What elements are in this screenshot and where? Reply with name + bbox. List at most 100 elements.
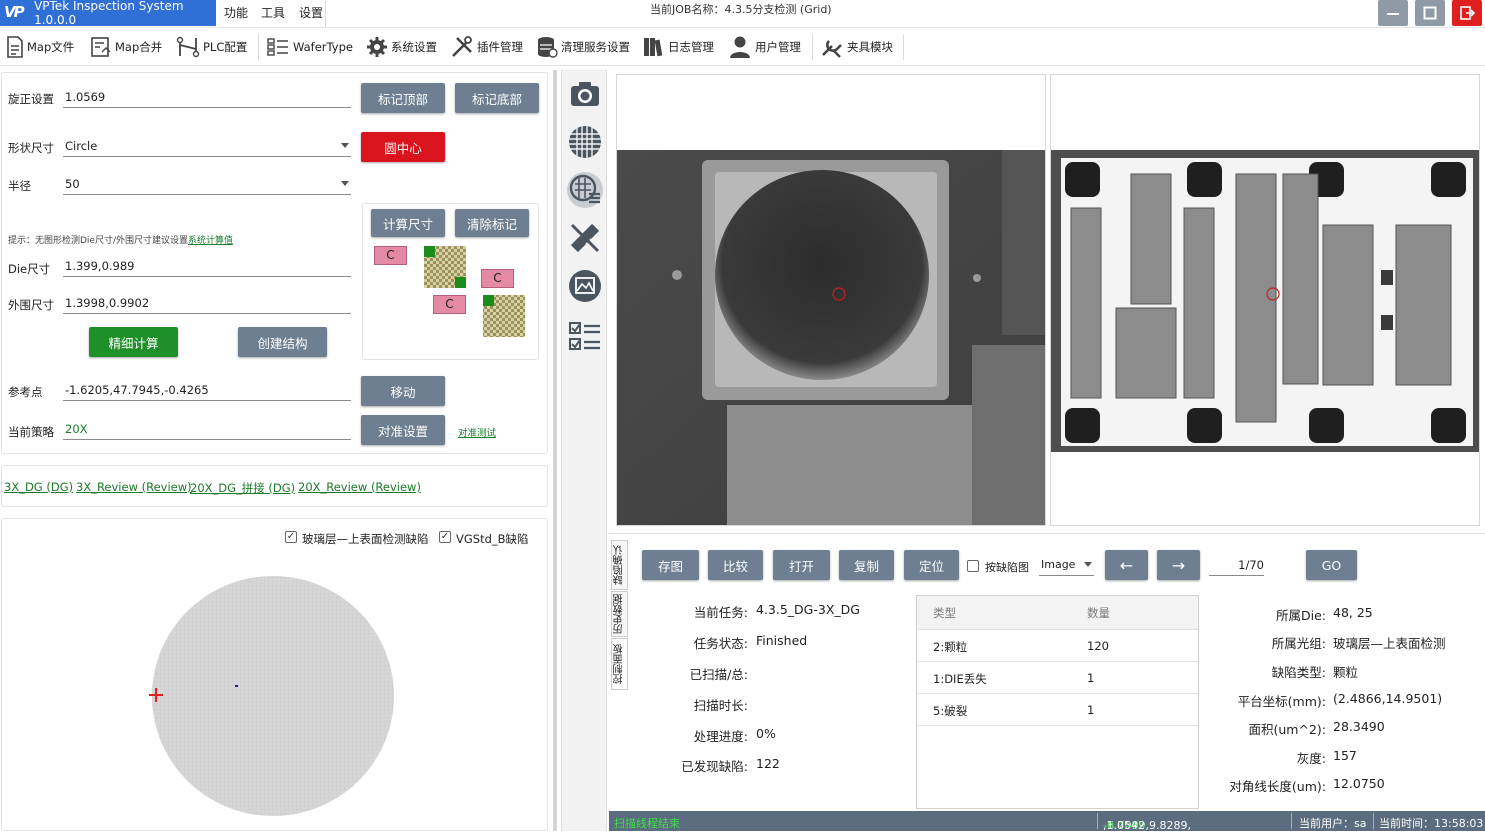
compare-button[interactable]: 比较 <box>708 550 763 580</box>
strategy-input[interactable]: 20X <box>63 420 351 440</box>
die-size-input[interactable]: 1.399,0.989 <box>63 257 351 277</box>
toolbar-cleanup-service[interactable]: 清理服务设置 <box>536 34 630 60</box>
table-row[interactable]: 5:破裂 1 <box>917 694 1198 726</box>
prev-button[interactable]: ← <box>1105 550 1148 580</box>
radius-select[interactable]: 50 <box>63 175 351 195</box>
toolbar-label: WaferType <box>293 40 353 54</box>
toolbar-map-file[interactable]: Map文件 <box>6 34 74 60</box>
task-status-label: 任务状态: <box>693 636 748 651</box>
status-bar: 扫描线程结束 -6.7099,9.8289, -0.4465,1.0542 当前用… <box>609 811 1485 832</box>
defect-type-table: 类型 数量 2:颗粒 120 1:DIE丢失 1 5:破裂 1 <box>916 595 1199 809</box>
tab-defect-confirm[interactable]: 缺陷确认 <box>611 540 628 590</box>
wafer-grid-tool[interactable] <box>567 124 603 160</box>
glass-layer-checkbox[interactable]: ✓ <box>285 531 297 543</box>
die-map-tool[interactable] <box>567 172 603 208</box>
locate-button[interactable]: 定位 <box>904 550 959 580</box>
die-owner-label: 所属Die: <box>1275 608 1326 623</box>
row-count: 1 <box>1087 703 1095 717</box>
maximize-button[interactable] <box>1415 0 1445 26</box>
align-settings-button[interactable]: 对准设置 <box>361 415 445 445</box>
scan-duration-label: 扫描时长: <box>693 698 748 713</box>
ref-point-input[interactable]: -1.6205,47.7945,-0.4265 <box>63 381 351 401</box>
chevron-down-icon <box>1084 562 1092 567</box>
toolbar-label: Map合并 <box>115 40 163 54</box>
copy-button[interactable]: 复制 <box>839 550 894 580</box>
defect-map-checkbox[interactable] <box>967 560 979 572</box>
open-button[interactable]: 打开 <box>773 550 830 580</box>
defects-found-label: 已发现缺陷: <box>681 759 748 774</box>
image-select[interactable]: Image <box>1039 556 1094 576</box>
camera-tool[interactable] <box>567 76 603 112</box>
toolbar-label: 清理服务设置 <box>561 40 630 54</box>
tab-history-data[interactable]: 历史数据 <box>611 591 628 637</box>
ruler-icon <box>570 223 600 253</box>
minimize-button[interactable] <box>1378 0 1408 26</box>
wafer-map[interactable] <box>145 570 405 825</box>
toolbar-map-merge[interactable]: Map合并 <box>90 34 162 60</box>
light-group-label: 所属光组: <box>1271 636 1326 651</box>
corner-c-marker[interactable]: C <box>481 269 514 288</box>
defect-map-label: 按缺陷图 <box>985 561 1029 574</box>
toolbar-user-manager[interactable]: 用户管理 <box>728 34 801 60</box>
toolbar-separator <box>812 34 813 60</box>
corner-c-marker[interactable]: C <box>374 246 407 265</box>
main-toolbar: Map文件 Map合并 PLC配置 WaferType 系统设置 插件管理 清理… <box>0 28 1485 66</box>
die-map-icon <box>569 174 600 204</box>
optical-defect-image[interactable] <box>617 150 1045 525</box>
rotation-label: 旋正设置 <box>8 92 54 106</box>
circle-center-button[interactable]: 圆中心 <box>361 132 445 162</box>
outer-size-input[interactable]: 1.3998,0.9902 <box>63 294 351 314</box>
shape-select[interactable]: Circle <box>63 137 351 157</box>
image-view-tool[interactable] <box>567 268 603 304</box>
align-test-link[interactable]: 对准测试 <box>458 425 496 439</box>
rotation-input[interactable]: 1.0569 <box>63 88 351 108</box>
panel-splitter[interactable] <box>553 70 557 831</box>
toolbar-label: Map文件 <box>27 40 75 54</box>
fine-calc-button[interactable]: 精细计算 <box>89 327 178 357</box>
recipe-link-3x-dg[interactable]: 3X_DG (DG) <box>4 480 73 494</box>
current-user: 当前用户：sa <box>1299 817 1367 830</box>
table-row[interactable]: 2:颗粒 120 <box>917 630 1198 662</box>
toolbar-plugin-manager[interactable]: 插件管理 <box>450 34 523 60</box>
exit-button[interactable] <box>1452 0 1482 26</box>
outer-size-label: 外围尺寸 <box>8 298 54 312</box>
measure-tool[interactable] <box>567 220 603 256</box>
toolbar-plc-config[interactable]: PLC配置 <box>176 34 247 60</box>
image-select-value: Image <box>1041 558 1076 571</box>
corner-c-marker[interactable]: C <box>433 295 466 314</box>
wrench-icon <box>822 40 842 58</box>
go-button[interactable]: GO <box>1306 550 1357 580</box>
die-layout-image[interactable] <box>1051 150 1479 452</box>
toolbar-fixture-module[interactable]: 夹具模块 <box>820 34 893 60</box>
toolbar-system-settings[interactable]: 系统设置 <box>366 34 437 60</box>
page-indicator[interactable]: 1/70 <box>1209 556 1264 576</box>
light-group-value: 玻璃层—上表面检测 <box>1333 636 1446 651</box>
vgstd-checkbox[interactable]: ✓ <box>439 531 451 543</box>
next-button[interactable]: → <box>1157 550 1200 580</box>
create-structure-button[interactable]: 创建结构 <box>238 327 327 357</box>
menu-tools[interactable]: 工具 <box>261 4 285 21</box>
table-row[interactable]: 1:DIE丢失 1 <box>917 662 1198 694</box>
menu-settings[interactable]: 设置 <box>299 4 323 21</box>
scanned-total-label: 已扫描/总: <box>689 667 748 682</box>
recipe-link-3x-review[interactable]: 3X_Review (Review) <box>76 480 192 494</box>
calc-size-button[interactable]: 计算尺寸 <box>371 209 445 237</box>
system-calc-link[interactable]: 系统计算值 <box>188 236 233 246</box>
mark-bottom-button[interactable]: 标记底部 <box>455 83 539 113</box>
menu-function[interactable]: 功能 <box>224 4 248 21</box>
clear-mark-button[interactable]: 清除标记 <box>455 209 529 237</box>
mark-top-button[interactable]: 标记顶部 <box>361 83 445 113</box>
recipe-link-20x-dg-stitch[interactable]: 20X_DG_拼接 (DG) <box>190 480 295 496</box>
toolbar-label: 日志管理 <box>668 40 714 54</box>
side-tool-strip <box>561 70 607 831</box>
toolbar-wafertype[interactable]: WaferType <box>266 34 353 60</box>
move-button[interactable]: 移动 <box>361 376 445 406</box>
checklist-tool[interactable] <box>567 318 603 354</box>
database-icon <box>538 37 558 58</box>
recipe-link-20x-review[interactable]: 20X_Review (Review) <box>298 480 421 494</box>
toolbar-separator <box>258 34 259 60</box>
toolbar-log-manager[interactable]: 日志管理 <box>643 34 714 60</box>
chevron-down-icon <box>341 143 349 148</box>
save-image-button[interactable]: 存图 <box>642 550 699 580</box>
tab-control-panel[interactable]: 控制面板 <box>611 638 628 690</box>
